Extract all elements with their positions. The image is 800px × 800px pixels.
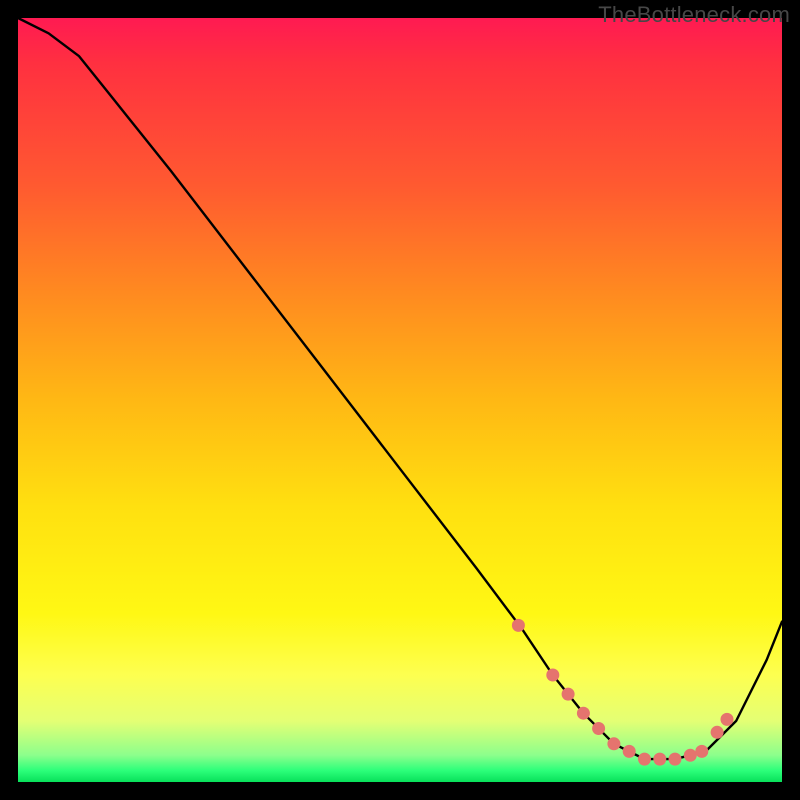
marker-point — [623, 745, 636, 758]
marker-point — [562, 688, 575, 701]
marker-point — [638, 753, 651, 766]
marker-point — [711, 726, 724, 739]
marker-point — [721, 713, 734, 726]
marker-point — [577, 707, 590, 720]
marker-point — [546, 669, 559, 682]
marker-point — [653, 753, 666, 766]
marker-point — [695, 745, 708, 758]
marker-point — [684, 749, 697, 762]
marker-point — [592, 722, 605, 735]
bottleneck-curve — [18, 18, 782, 759]
chart-area — [18, 18, 782, 782]
marker-point — [512, 619, 525, 632]
marker-point — [607, 737, 620, 750]
watermark-text: TheBottleneck.com — [598, 2, 790, 28]
highlighted-points — [512, 619, 734, 766]
marker-point — [669, 753, 682, 766]
plot-svg — [18, 18, 782, 782]
